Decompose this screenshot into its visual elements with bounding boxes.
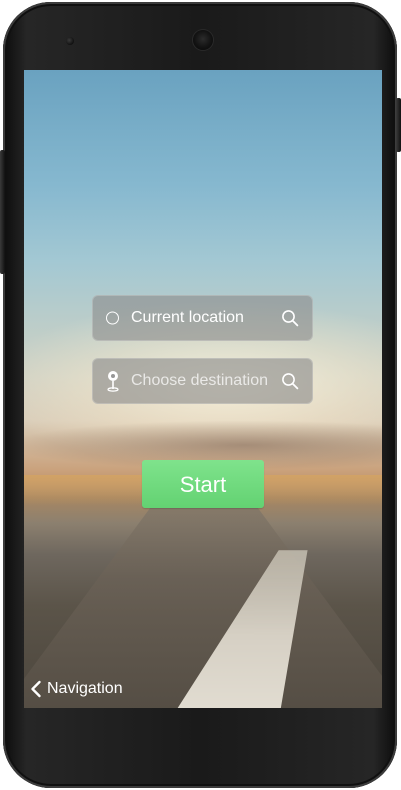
chevron-left-icon[interactable] — [30, 680, 42, 698]
destination-field[interactable]: Choose destination — [92, 358, 313, 404]
back-navigation[interactable]: Navigation — [30, 677, 123, 701]
power-button — [396, 98, 401, 152]
search-icon[interactable] — [281, 372, 299, 390]
map-pin-icon — [107, 371, 119, 392]
phone-frame: Current location Choose destination Star… — [3, 2, 397, 788]
search-icon[interactable] — [281, 309, 299, 327]
current-location-field[interactable]: Current location — [92, 295, 313, 341]
app-screen: Current location Choose destination Star… — [24, 70, 382, 708]
start-button[interactable]: Start — [142, 460, 264, 508]
back-navigation-label: Navigation — [47, 680, 123, 697]
destination-placeholder: Choose destination — [131, 372, 268, 389]
current-location-label: Current location — [131, 309, 244, 326]
earpiece-speaker — [193, 30, 213, 50]
front-camera — [66, 37, 74, 45]
ring-icon — [106, 311, 119, 325]
volume-button — [0, 150, 5, 274]
